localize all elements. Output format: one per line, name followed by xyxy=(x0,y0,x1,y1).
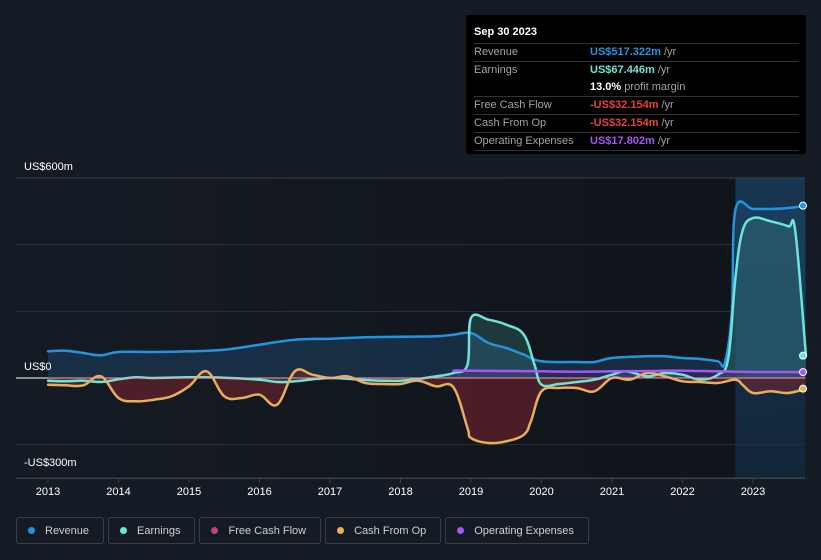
legend-dot-icon xyxy=(337,527,345,534)
legend-item-revenue[interactable]: Revenue xyxy=(16,517,105,544)
tooltip-value: US$17.802m xyxy=(590,135,655,147)
x-tick-label: 2021 xyxy=(600,486,624,498)
legend-item-earnings[interactable]: Earnings xyxy=(108,517,196,544)
x-tick-label: 2023 xyxy=(741,486,765,498)
legend-label: Cash From Op xyxy=(354,524,427,537)
tooltip-row: 13.0% profit margin xyxy=(474,79,799,96)
tooltip-label: Earnings xyxy=(474,64,518,76)
legend-label: Free Cash Flow xyxy=(228,524,307,537)
legend-dot-icon xyxy=(211,527,219,534)
x-tick-label: 2018 xyxy=(388,486,412,498)
legend-item-free-cash-flow[interactable]: Free Cash Flow xyxy=(199,517,322,544)
legend-label: Earnings xyxy=(137,524,181,537)
tooltip-row: Cash From Op -US$32.154m/yr xyxy=(474,114,799,132)
tooltip-value: -US$32.154m xyxy=(590,99,659,111)
tooltip-label: Cash From Op xyxy=(474,117,547,129)
tooltip-label: Free Cash Flow xyxy=(474,99,552,111)
legend-label: Operating Expenses xyxy=(474,524,574,537)
endpoint-operating-expenses xyxy=(799,368,807,377)
tooltip-label: Revenue xyxy=(474,46,519,58)
endpoint-revenue xyxy=(799,201,807,210)
tooltip-unit: profit margin xyxy=(624,81,686,93)
tooltip-unit: /yr xyxy=(657,64,671,76)
tooltip-value: -US$32.154m xyxy=(590,117,659,129)
plot-background xyxy=(16,178,805,478)
endpoint-earnings xyxy=(799,351,807,360)
tooltip-label: Operating Expenses xyxy=(474,135,574,147)
line-operating-expenses xyxy=(452,369,808,374)
legend: Revenue Earnings Free Cash Flow Cash From O… xyxy=(16,517,589,544)
legend-dot-icon xyxy=(457,527,465,534)
tooltip-unit: /yr xyxy=(663,46,677,58)
legend-item-operating-expenses[interactable]: Operating Expenses xyxy=(445,517,589,544)
x-tick-label: 2019 xyxy=(459,486,483,498)
x-tick-label: 2014 xyxy=(106,486,130,498)
x-tick-label: 2022 xyxy=(670,486,694,498)
tooltip-unit: /yr xyxy=(657,135,671,147)
x-tick-label: 2020 xyxy=(529,486,553,498)
tooltip-value: 13.0% xyxy=(590,81,622,93)
legend-dot-icon xyxy=(28,527,35,534)
tooltip-panel: Sep 30 2023 Revenue US$517.322m/yr Earning… xyxy=(466,15,806,154)
tooltip-value: US$67.446m xyxy=(590,64,655,76)
tooltip-row: Operating Expenses US$17.802m/yr xyxy=(474,132,799,150)
tooltip-label xyxy=(474,79,590,96)
x-tick-label: 2017 xyxy=(318,486,342,498)
tooltip-row: Earnings US$67.446m/yr xyxy=(474,61,799,79)
tooltip-value: US$517.322m xyxy=(590,46,661,58)
x-tick-label: 2015 xyxy=(177,486,201,498)
y-tick-label: US$600m xyxy=(24,161,73,173)
tooltip-row: Revenue US$517.322m/yr xyxy=(474,43,799,61)
tooltip-unit: /yr xyxy=(661,99,674,111)
legend-item-cash-from-op[interactable]: Cash From Op xyxy=(325,517,442,544)
tooltip-date: Sep 30 2023 xyxy=(474,26,537,38)
y-tick-label: -US$300m xyxy=(24,457,77,469)
tooltip-row: Free Cash Flow -US$32.154m/yr xyxy=(474,96,799,114)
endpoint-cash-from-op xyxy=(799,384,807,393)
legend-label: Revenue xyxy=(45,524,90,537)
legend-dot-icon xyxy=(120,527,128,534)
tooltip-unit: /yr xyxy=(661,117,674,129)
x-tick-label: 2013 xyxy=(36,486,60,498)
y-tick-label: US$0 xyxy=(24,361,52,373)
x-tick-label: 2016 xyxy=(247,486,271,498)
